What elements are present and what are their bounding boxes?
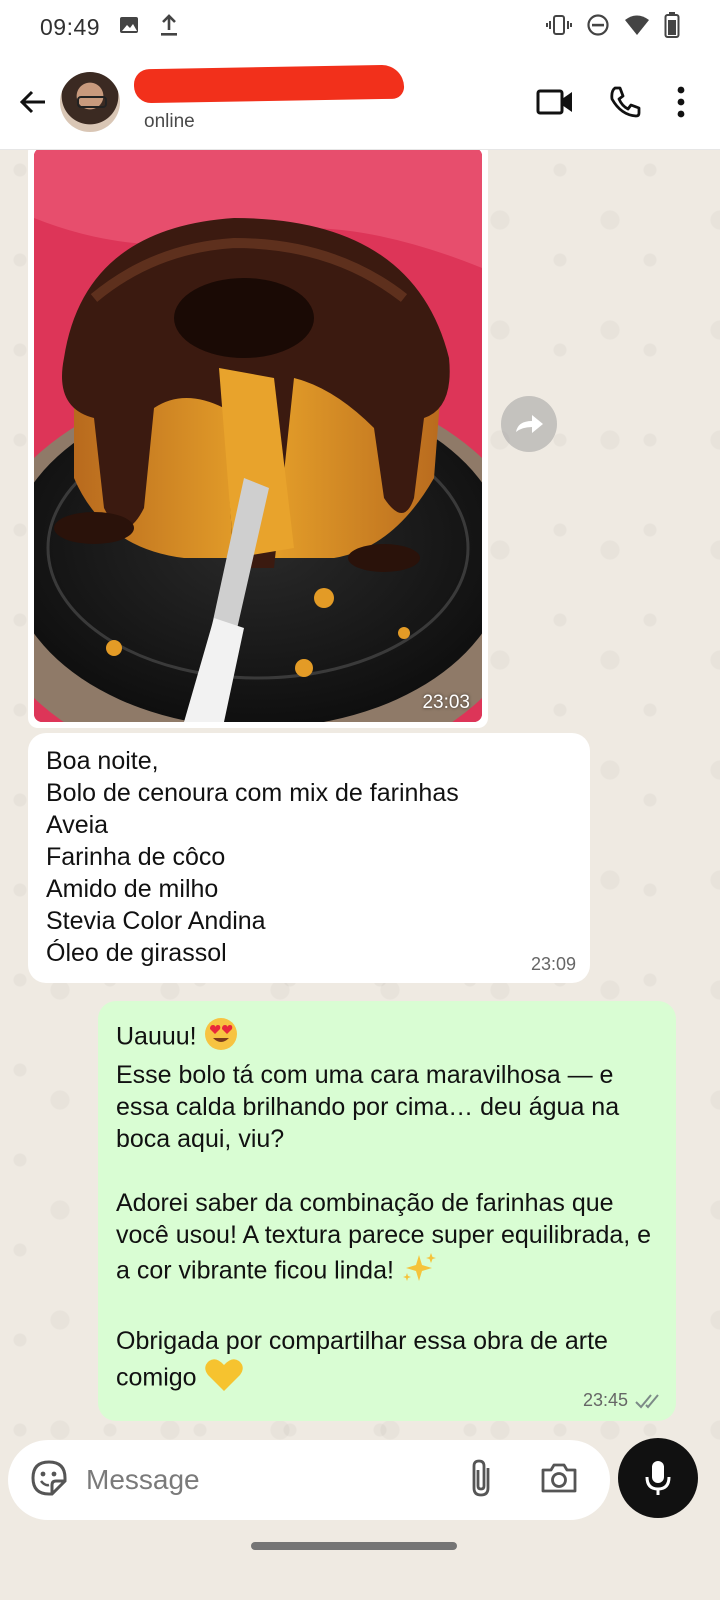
heart-eyes-emoji-icon bbox=[204, 1017, 238, 1059]
contact-info[interactable]: online bbox=[133, 64, 414, 137]
message-timestamp: 23:45 bbox=[582, 1390, 628, 1410]
chat-area[interactable]: 23:03 Boa noite, Bolo de cenoura com mix… bbox=[0, 150, 720, 1440]
message-line: Óleo de girassol bbox=[46, 939, 227, 967]
message-composer: Message bbox=[8, 1440, 610, 1520]
outgoing-message[interactable]: Uauuu! Esse bolo tá com uma cara maravil… bbox=[98, 1001, 676, 1421]
sparkles-emoji-icon bbox=[401, 1251, 437, 1293]
sticker-icon[interactable] bbox=[30, 1459, 68, 1502]
voice-message-button[interactable] bbox=[618, 1438, 698, 1518]
video-call-button[interactable] bbox=[536, 87, 574, 117]
microphone-icon bbox=[645, 1461, 671, 1495]
message-text: Uauuu! bbox=[116, 1022, 197, 1051]
gallery-icon bbox=[118, 14, 140, 41]
contact-name-redacted bbox=[133, 64, 405, 103]
read-receipt-icon bbox=[635, 1393, 659, 1408]
more-options-icon bbox=[677, 86, 685, 117]
message-text: Esse bolo tá com uma cara maravilhosa — … bbox=[116, 1061, 620, 1153]
status-bar: 09:49 bbox=[0, 0, 720, 54]
status-time: 09:49 bbox=[40, 13, 101, 40]
message-line: Amido de milho bbox=[46, 875, 219, 903]
forward-button[interactable] bbox=[501, 396, 557, 452]
message-line: Bolo de cenoura com mix de farinhas bbox=[46, 779, 459, 807]
battery-icon bbox=[664, 11, 680, 43]
message-line: Aveia bbox=[46, 811, 109, 839]
back-arrow-icon bbox=[19, 90, 45, 113]
message-text: Obrigada por compartilhar essa obra de a… bbox=[116, 1327, 608, 1392]
message-line: Boa noite, bbox=[46, 747, 159, 775]
vibrate-icon bbox=[546, 14, 572, 41]
forward-icon bbox=[516, 415, 543, 433]
whatsapp-chat-screen: 09:49 online 23:03 Boa noite, Bolo de ce… bbox=[0, 0, 720, 1600]
message-line: Stevia Color Andina bbox=[46, 907, 266, 935]
video-call-icon bbox=[536, 89, 572, 114]
contact-status: online bbox=[144, 110, 195, 132]
navigation-bar bbox=[0, 1528, 720, 1600]
contact-avatar[interactable] bbox=[60, 71, 120, 132]
do-not-disturb-icon bbox=[586, 13, 610, 42]
back-button[interactable] bbox=[10, 72, 56, 132]
camera-icon[interactable] bbox=[540, 1462, 578, 1499]
yellow-heart-emoji-icon bbox=[204, 1357, 244, 1401]
image-timestamp: 23:03 bbox=[422, 692, 470, 713]
cake-photo[interactable]: 23:03 bbox=[34, 150, 482, 722]
incoming-message[interactable]: Boa noite, Bolo de cenoura com mix de fa… bbox=[28, 733, 590, 983]
upload-icon bbox=[158, 13, 180, 42]
chat-header: online bbox=[0, 54, 720, 150]
message-text: Adorei saber da combinação de farinhas q… bbox=[116, 1189, 652, 1285]
phone-icon bbox=[610, 86, 641, 117]
home-gesture-handle[interactable] bbox=[251, 1542, 457, 1550]
cake-photo-illustration bbox=[34, 150, 482, 722]
image-message[interactable]: 23:03 bbox=[28, 150, 488, 728]
message-timestamp: 23:09 bbox=[530, 954, 576, 974]
message-input[interactable]: Message bbox=[86, 1464, 468, 1496]
voice-call-button[interactable] bbox=[608, 85, 642, 119]
message-line: Farinha de côco bbox=[46, 843, 226, 871]
wifi-icon bbox=[624, 14, 650, 41]
more-options-button[interactable] bbox=[676, 86, 686, 118]
attach-icon[interactable] bbox=[468, 1458, 494, 1503]
